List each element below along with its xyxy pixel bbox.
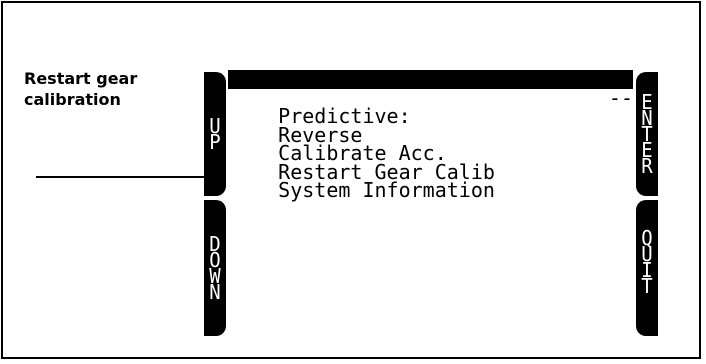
up-softkey[interactable]: U P <box>204 72 226 196</box>
menu-item-set-time-date[interactable]: Set Time/Date <box>228 70 633 108</box>
menu-item-system-information[interactable]: System Information <box>228 163 633 200</box>
callout-line-2: calibration <box>24 90 121 109</box>
menu-item-reverse[interactable]: Reverse <box>228 107 633 145</box>
up-softkey-char: P <box>209 130 221 154</box>
enter-softkey-char: R <box>641 154 653 178</box>
down-softkey-char: N <box>209 280 221 304</box>
callout-leader-line <box>36 176 204 178</box>
callout-annotation: Restart gear calibration <box>24 68 137 110</box>
callout-line-1: Restart gear <box>24 69 138 88</box>
enter-softkey[interactable]: E N T E R <box>636 72 658 196</box>
down-softkey[interactable]: D O W N <box>204 200 226 336</box>
quit-softkey[interactable]: Q U I T <box>636 200 658 336</box>
menu-item-label: System Information <box>278 178 495 202</box>
menu-item-restart-gear-calib[interactable]: Restart Gear Calib <box>228 144 633 182</box>
menu-list: Set Time/Date Predictive: -- Reverse Cal… <box>228 70 633 200</box>
menu-item-value: -- <box>608 85 633 110</box>
menu-item-predictive[interactable]: Predictive: -- <box>228 85 633 126</box>
menu-item-calibrate-acc[interactable]: Calibrate Acc. <box>228 126 633 163</box>
quit-softkey-char: T <box>641 274 653 298</box>
